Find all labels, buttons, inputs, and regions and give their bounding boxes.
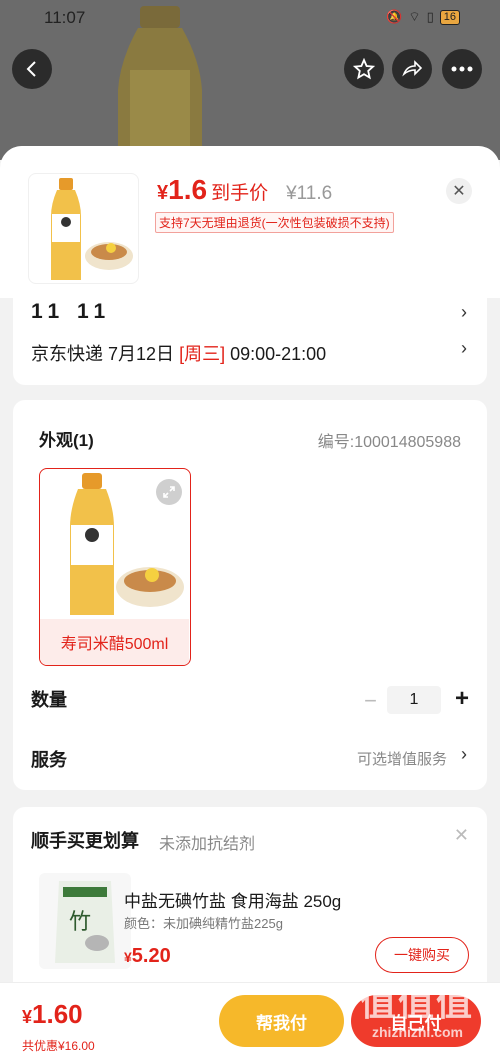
chevron-right-icon: › (461, 338, 467, 358)
status-bar: 11:07 🔕 ⌔ ▯ 16 (0, 0, 500, 34)
quantity-label: 数量 (31, 690, 67, 710)
original-price: ¥11.6 (286, 183, 333, 204)
watermark-site: zhizhizhi.com (372, 1024, 463, 1040)
close-button[interactable]: ✕ (446, 178, 472, 204)
spec-option-label: 寿司米醋500ml (40, 619, 189, 665)
battery-icon: 16 (439, 9, 460, 25)
close-icon[interactable]: ✕ (454, 825, 469, 846)
more-icon (451, 66, 473, 72)
service-option-link[interactable]: 可选增值服务 (357, 748, 447, 769)
delivery-weekday: [周三] (179, 344, 226, 364)
quantity-increment-button[interactable]: + (455, 685, 469, 713)
recommend-title: 顺手买更划算 (31, 831, 139, 851)
product-thumbnail[interactable] (28, 173, 139, 284)
back-icon (26, 61, 36, 77)
final-price: 1.6 (168, 174, 208, 205)
site-watermark: 值值值 zhizhizhi.com (356, 982, 486, 1052)
chevron-right-icon: › (461, 744, 467, 764)
address-card[interactable]: 11 11 › 京东快递 7月12日 [周三] 09:00-21:00 › (13, 298, 487, 385)
carrier: 京东快递 (31, 344, 103, 364)
recommend-item-image[interactable]: 竹 (39, 873, 131, 969)
spec-title: 外观(1) (39, 431, 94, 450)
delivery-date: 7月12日 (108, 344, 175, 364)
background-product-page: 11:07 🔕 ⌔ ▯ 16 (0, 0, 500, 160)
delivery-time: 09:00-21:00 (230, 344, 327, 364)
close-icon: ✕ (452, 183, 466, 200)
sku-number: 编号:100014805988 (317, 434, 461, 451)
price-line: ¥ 1.6 到手价 ¥11.6 (157, 174, 332, 206)
quantity-input[interactable]: 1 (387, 686, 441, 714)
shipping-info[interactable]: 京东快递 7月12日 [周三] 09:00-21:00 (31, 340, 326, 366)
chevron-right-icon: › (461, 302, 467, 322)
final-price-label: 到手价 (211, 183, 269, 204)
address-name: 11 11 (31, 300, 112, 323)
recommend-item-attribute: 颜色：未加碘纯精竹盐225g (124, 916, 283, 931)
return-policy-tag: 支持7天无理由退货(一次性包装破损不支持) (155, 212, 394, 233)
help-pay-button[interactable]: 帮我付 (219, 995, 344, 1047)
spec-card: 外观(1) 编号:100014805988 寿司米醋500ml 数量 − 1 +… (13, 400, 487, 790)
total-price: ¥1.60 (22, 999, 83, 1030)
recommend-price-currency: ¥ (124, 949, 132, 965)
recommend-price-value: 5.20 (131, 945, 171, 967)
total-saving: 共优惠¥16.00 (22, 1039, 95, 1053)
spec-option-selected[interactable]: 寿司米醋500ml (39, 468, 191, 666)
favorite-button[interactable] (344, 49, 384, 89)
share-button[interactable] (392, 49, 432, 89)
share-icon (402, 60, 423, 77)
status-icons: 🔕 ⌔ ▯ 16 (386, 9, 460, 25)
product-image (51, 178, 133, 280)
star-icon (353, 58, 375, 80)
price-currency: ¥ (157, 182, 169, 204)
purchase-sheet: ¥ 1.6 到手价 ¥11.6 支持7天无理由退货(一次性包装破损不支持) ✕ … (0, 146, 500, 1056)
total-value: 1.60 (32, 999, 83, 1029)
one-click-buy-button[interactable]: 一键购买 (375, 937, 469, 973)
back-button[interactable] (12, 49, 52, 89)
expand-icon[interactable] (156, 479, 182, 505)
status-time: 11:07 (44, 8, 86, 27)
recommend-subtitle: 未添加抗结剂 (159, 836, 256, 853)
watermark-logo: 值值值 (360, 982, 475, 1023)
svg-text:竹: 竹 (69, 910, 91, 935)
recommend-item-name[interactable]: 中盐无碘竹盐 食用海盐 250g (124, 887, 341, 912)
sheet-header: ¥ 1.6 到手价 ¥11.6 支持7天无理由退货(一次性包装破损不支持) ✕ (0, 146, 500, 298)
recommend-item-price: ¥5.20 (124, 945, 171, 968)
service-label: 服务 (31, 750, 67, 770)
total-currency: ¥ (22, 1007, 33, 1027)
more-button[interactable] (442, 49, 482, 89)
sim-icon: ▯ (426, 9, 434, 24)
quantity-decrement-button[interactable]: − (364, 688, 377, 714)
wifi-icon: ⌔ (408, 9, 421, 24)
mute-icon: 🔕 (386, 9, 403, 24)
